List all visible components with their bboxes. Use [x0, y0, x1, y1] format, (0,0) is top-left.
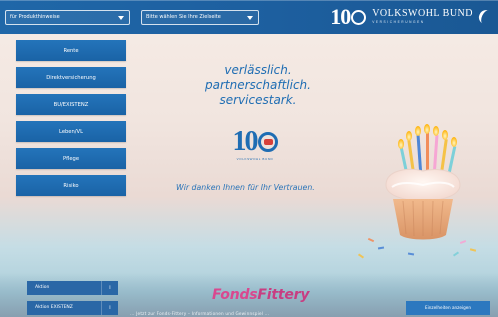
info-icon: i: [101, 301, 118, 315]
cupcake-illustration: [357, 124, 477, 259]
info-icon: i: [101, 281, 118, 295]
brand-name: VOLKSWOHL BUND: [372, 8, 473, 20]
sidebar-item-leben-vl[interactable]: Leben/VL: [16, 121, 126, 142]
center-logo-subtext: VOLKSWOHL BUND: [236, 157, 274, 161]
center-anniversary-logo: 10 VOLKSWOHL BUND: [225, 128, 285, 166]
bottom-panel: Aktion i Aktion EXISTENZ i FondsFittery …: [0, 273, 498, 317]
details-button[interactable]: Einzelheiten anzeigen: [406, 301, 490, 315]
fonds-fittery-logo[interactable]: FondsFittery: [212, 287, 309, 303]
page: für Produkthinweise Bitte wählen Sie Ihr…: [0, 0, 498, 317]
thanks-message: Wir danken Ihnen für Ihr Vertrauen.: [176, 183, 315, 192]
chevron-down-icon: [247, 15, 253, 20]
sidebar-item-rente[interactable]: Rente: [16, 40, 126, 61]
swoosh-icon: [476, 7, 495, 27]
target-page-select-value: Bitte wählen Sie Ihre Zielseite: [146, 14, 221, 20]
center-logo-digits: 10: [232, 126, 259, 157]
anniversary-number: 10: [330, 4, 351, 29]
chevron-down-icon: [118, 15, 124, 20]
ring-icon: [351, 9, 367, 25]
action-button[interactable]: Aktion i: [27, 281, 118, 295]
fonds-fittery-part2: Fittery: [257, 287, 310, 303]
sidebar-item-direktversicherung[interactable]: Direktversicherung: [16, 67, 126, 88]
center-logo-number: 10: [233, 128, 278, 156]
sidebar-item-risiko[interactable]: Risiko: [16, 175, 126, 196]
brand-tagline: VERSICHERUNGEN: [372, 20, 425, 25]
sidebar-item-pflege[interactable]: Pflege: [16, 148, 126, 169]
brand-logo[interactable]: 10 VOLKSWOHL BUND VERSICHERUNGEN: [330, 4, 495, 29]
fonds-fittery-part1: Fonds: [212, 287, 258, 303]
action-button-label: Aktion: [35, 285, 50, 290]
product-select-value: für Produkthinweise: [10, 14, 60, 20]
hero-headline: verlässlich. partnerschaftlich. services…: [178, 63, 338, 108]
brand-wordmark: VOLKSWOHL BUND VERSICHERUNGEN: [372, 9, 473, 24]
sidebar-item-bu-existenz[interactable]: BU/EXISTENZ: [16, 94, 126, 115]
sidebar-nav: Rente Direktversicherung BU/EXISTENZ Leb…: [16, 40, 126, 202]
headline-line: servicestark.: [219, 93, 297, 107]
product-select[interactable]: für Produkthinweise: [5, 10, 130, 25]
action-existenz-button[interactable]: Aktion EXISTENZ i: [27, 301, 118, 315]
ring-icon: [257, 132, 278, 152]
headline-line: partnerschaftlich.: [205, 78, 311, 92]
action-existenz-button-label: Aktion EXISTENZ: [35, 305, 73, 310]
headline-line: verlässlich.: [224, 63, 292, 77]
bottom-caption: ... Jetzt zur Fonds-Fittery – Informatio…: [130, 311, 270, 316]
anniversary-100-logo: 10: [330, 4, 367, 29]
target-page-select[interactable]: Bitte wählen Sie Ihre Zielseite: [141, 10, 259, 25]
top-bar: für Produkthinweise Bitte wählen Sie Ihr…: [0, 0, 498, 34]
sprinkles: [357, 237, 477, 259]
